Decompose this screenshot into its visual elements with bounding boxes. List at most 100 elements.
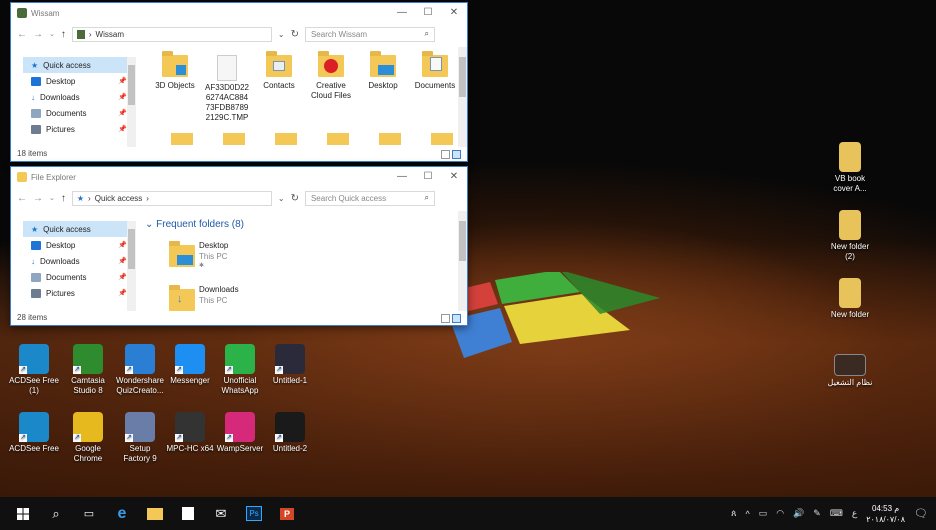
battery-icon[interactable]: ▭ bbox=[759, 508, 768, 519]
address-bar[interactable]: ★ › Quick access › bbox=[71, 190, 272, 206]
desktop-shortcut[interactable]: ↗ Camtasia Studio 8 bbox=[60, 344, 116, 396]
pictures-icon bbox=[31, 288, 41, 298]
powerpoint-icon[interactable]: P bbox=[272, 499, 302, 529]
sidebar-item-desktop[interactable]: Desktop 📌 bbox=[23, 73, 135, 89]
maximize-button[interactable]: ☐ bbox=[415, 3, 441, 23]
user-folder-icon bbox=[76, 29, 85, 39]
address-dropdown-icon[interactable]: ⌄ bbox=[278, 194, 285, 203]
pin-icon: 📌 bbox=[118, 290, 127, 297]
refresh-icon[interactable]: ↻ bbox=[291, 193, 299, 204]
details-view-button[interactable] bbox=[441, 150, 450, 159]
nav-pane-scrollbar[interactable] bbox=[127, 221, 136, 311]
image-file-icon: ↗ bbox=[275, 412, 305, 442]
photoshop-icon[interactable]: Ps bbox=[239, 499, 269, 529]
file-item-3d-objects[interactable]: 3D Objects bbox=[149, 51, 201, 91]
explorer-window-quick-access[interactable]: File Explorer — ☐ ✕ ← → ⌄ ↑ ★ › Quick ac… bbox=[10, 166, 468, 326]
desktop-shortcut[interactable]: ↗ WampServer bbox=[212, 412, 268, 454]
back-icon[interactable]: ← bbox=[17, 193, 27, 204]
task-view-icon[interactable]: ▭ bbox=[74, 499, 104, 529]
desktop-shortcut[interactable]: ↗ Wondershare QuizCreato... bbox=[112, 344, 168, 396]
address-dropdown-icon[interactable]: ⌄ bbox=[278, 30, 285, 39]
up-icon[interactable]: ↑ bbox=[61, 193, 66, 204]
windows-start-icon[interactable] bbox=[8, 499, 38, 529]
sidebar-item-pictures[interactable]: Pictures 📌 bbox=[23, 285, 135, 301]
file-item-tmp[interactable]: AF33D0D22 6274AC884 73FDB8789 2129C.TMP bbox=[201, 55, 253, 123]
back-icon[interactable]: ← bbox=[17, 29, 27, 40]
frequent-folder-desktop[interactable]: Desktop This PC ✱ bbox=[169, 239, 289, 275]
recent-dropdown-icon[interactable]: ⌄ bbox=[49, 30, 55, 38]
search-input[interactable]: Search Wissam ⌕ bbox=[304, 26, 435, 42]
close-button[interactable]: ✕ bbox=[441, 167, 467, 187]
forward-icon[interactable]: → bbox=[33, 29, 43, 40]
minimize-button[interactable]: — bbox=[389, 3, 415, 23]
desktop-item[interactable]: New folder (2) bbox=[822, 210, 878, 262]
people-icon[interactable]: ጰ bbox=[731, 508, 736, 519]
window-titlebar[interactable]: File Explorer — ☐ ✕ bbox=[11, 167, 467, 187]
desktop-item[interactable]: نظام التشغيل bbox=[822, 354, 878, 388]
camtasia-icon: ↗ bbox=[73, 344, 103, 374]
search-icon[interactable]: ⌕ bbox=[41, 499, 71, 529]
desktop-shortcut[interactable]: ↗ ACDSee Free bbox=[6, 412, 62, 454]
chevron-up-icon[interactable]: ^ bbox=[745, 509, 749, 519]
chrome-icon: ↗ bbox=[73, 412, 103, 442]
desktop-item[interactable]: VB book cover A... bbox=[822, 142, 878, 194]
pin-icon: 📌 bbox=[118, 274, 127, 281]
search-input[interactable]: Search Quick access ⌕ bbox=[304, 190, 435, 206]
pen-icon[interactable]: ✎ bbox=[813, 508, 821, 519]
store-icon[interactable] bbox=[173, 499, 203, 529]
download-arrow-icon: ↓ bbox=[31, 256, 35, 266]
clock[interactable]: 04:53 م ٢٠١٨/٠٧/٠٨ bbox=[866, 503, 905, 525]
sidebar-item-pictures[interactable]: Pictures 📌 bbox=[23, 121, 135, 137]
large-icons-view-button[interactable] bbox=[452, 150, 461, 159]
sidebar-item-downloads[interactable]: ↓ Downloads 📌 bbox=[23, 89, 135, 105]
desktop-shortcut[interactable]: ↗ Untitled-1 bbox=[262, 344, 318, 386]
forward-icon[interactable]: → bbox=[33, 193, 43, 204]
up-icon[interactable]: ↑ bbox=[61, 29, 66, 40]
desktop-shortcut[interactable]: ↗ MPC-HC x64 bbox=[162, 412, 218, 454]
desktop-shortcut[interactable]: ↗ ACDSee Free (1) bbox=[6, 344, 62, 396]
desktop-shortcut[interactable]: ↗ Untitled-2 bbox=[262, 412, 318, 454]
nav-pane-scrollbar[interactable] bbox=[127, 57, 136, 147]
desktop-shortcut[interactable]: ↗ Setup Factory 9 bbox=[112, 412, 168, 464]
refresh-icon[interactable]: ↻ bbox=[291, 29, 299, 40]
recent-dropdown-icon[interactable]: ⌄ bbox=[49, 194, 55, 202]
minimize-button[interactable]: — bbox=[389, 167, 415, 187]
content-scrollbar[interactable] bbox=[458, 211, 467, 311]
sidebar-item-documents[interactable]: Documents 📌 bbox=[23, 105, 135, 121]
file-item-contacts[interactable]: Contacts bbox=[253, 51, 305, 91]
desktop-shortcut[interactable]: ↗ Google Chrome bbox=[60, 412, 116, 464]
large-icons-view-button[interactable] bbox=[452, 314, 461, 323]
desktop-shortcut[interactable]: ↗ Messenger bbox=[162, 344, 218, 386]
mail-icon[interactable]: ✉ bbox=[206, 499, 236, 529]
file-item-creative-cloud[interactable]: Creative Cloud Files bbox=[305, 51, 357, 101]
window-titlebar[interactable]: Wissam — ☐ ✕ bbox=[11, 3, 467, 23]
shortcut-arrow-icon: ↗ bbox=[225, 366, 233, 374]
frequent-folders-header[interactable]: ⌄ Frequent folders (8) bbox=[145, 219, 244, 230]
file-explorer-icon bbox=[17, 172, 27, 182]
desktop-item[interactable]: New folder bbox=[822, 278, 878, 320]
sidebar-item-quick-access[interactable]: ★ Quick access bbox=[23, 57, 135, 73]
language-indicator[interactable]: ع bbox=[852, 508, 857, 519]
file-item-desktop[interactable]: Desktop bbox=[357, 51, 409, 91]
file-item-documents[interactable]: Documents bbox=[409, 51, 461, 91]
sidebar-item-desktop[interactable]: Desktop 📌 bbox=[23, 237, 135, 253]
volume-icon[interactable]: 🔊 bbox=[793, 508, 804, 519]
shortcut-arrow-icon: ↗ bbox=[275, 434, 283, 442]
sidebar-item-documents[interactable]: Documents 📌 bbox=[23, 269, 135, 285]
details-view-button[interactable] bbox=[441, 314, 450, 323]
desktop-shortcut[interactable]: ↗ Unofficial WhatsApp bbox=[212, 344, 268, 396]
close-button[interactable]: ✕ bbox=[441, 3, 467, 23]
file-explorer-icon[interactable] bbox=[140, 499, 170, 529]
explorer-window-wissam[interactable]: Wissam — ☐ ✕ ← → ⌄ ↑ › Wissam ⌄ ↻ Search… bbox=[10, 2, 468, 162]
address-bar[interactable]: › Wissam bbox=[71, 26, 272, 42]
maximize-button[interactable]: ☐ bbox=[415, 167, 441, 187]
action-center-icon[interactable]: 🗨 bbox=[914, 507, 928, 520]
sidebar-item-quick-access[interactable]: ★ Quick access bbox=[23, 221, 135, 237]
sidebar-item-downloads[interactable]: ↓ Downloads 📌 bbox=[23, 253, 135, 269]
wifi-icon[interactable]: ◠ bbox=[776, 508, 784, 519]
keyboard-icon[interactable]: ⌨ bbox=[830, 508, 843, 519]
acdsee-icon: ↗ bbox=[19, 344, 49, 374]
edge-icon[interactable]: e bbox=[107, 499, 137, 529]
breadcrumb[interactable]: Wissam bbox=[96, 30, 124, 39]
breadcrumb[interactable]: Quick access bbox=[95, 194, 143, 203]
